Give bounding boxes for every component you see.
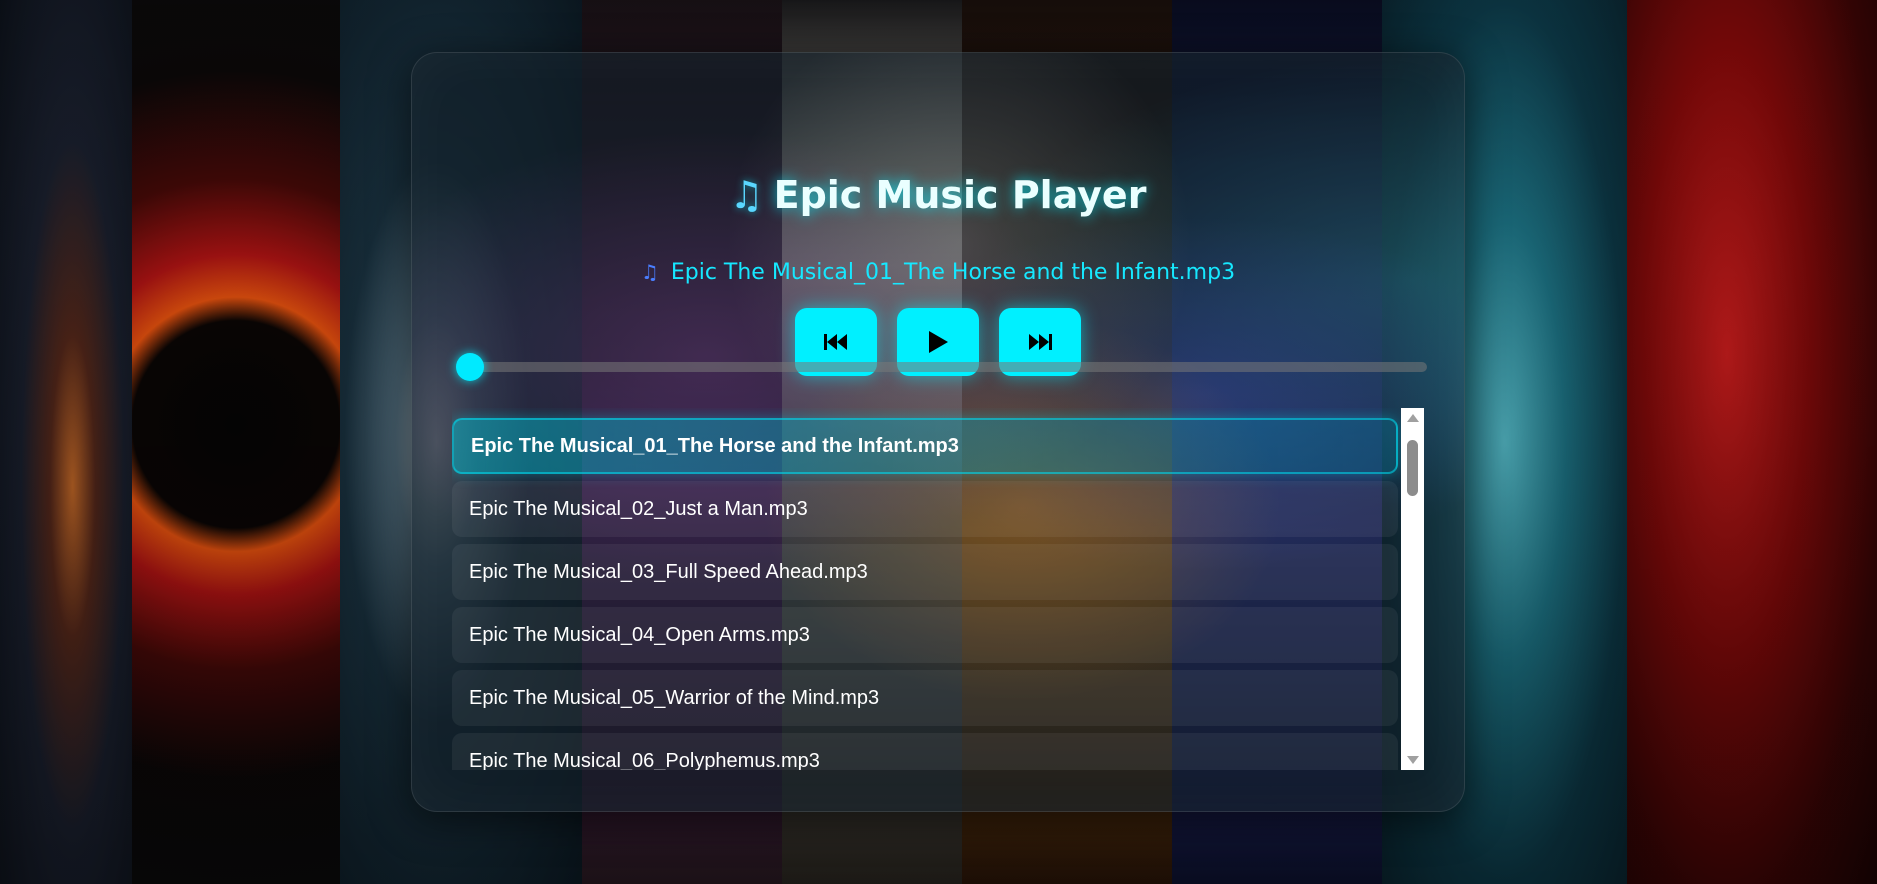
next-track-icon bbox=[1027, 332, 1053, 352]
playlist-item[interactable]: Epic The Musical_01_The Horse and the In… bbox=[452, 418, 1398, 474]
playlist-item[interactable]: Epic The Musical_04_Open Arms.mp3 bbox=[452, 607, 1398, 663]
scroll-thumb[interactable] bbox=[1407, 440, 1418, 496]
playlist: Epic The Musical_01_The Horse and the In… bbox=[452, 408, 1424, 770]
playlist-items: Epic The Musical_01_The Horse and the In… bbox=[452, 418, 1398, 770]
background-art-stripe bbox=[0, 0, 132, 884]
previous-track-icon bbox=[823, 332, 849, 352]
playlist-item[interactable]: Epic The Musical_03_Full Speed Ahead.mp3 bbox=[452, 544, 1398, 600]
app-title-text: Epic Music Player bbox=[773, 173, 1147, 217]
music-notes-icon: ♫ bbox=[729, 173, 764, 217]
scroll-up-arrow-icon[interactable] bbox=[1401, 408, 1424, 428]
now-playing: ♫ Epic The Musical_01_The Horse and the I… bbox=[412, 260, 1464, 285]
page-title: ♫ Epic Music Player bbox=[412, 173, 1464, 217]
playlist-item[interactable]: Epic The Musical_06_Polyphemus.mp3 bbox=[452, 733, 1398, 770]
playlist-scrollbar[interactable] bbox=[1401, 408, 1424, 770]
now-playing-track: Epic The Musical_01_The Horse and the In… bbox=[670, 260, 1236, 285]
play-icon bbox=[927, 330, 949, 354]
playlist-item[interactable]: Epic The Musical_05_Warrior of the Mind.… bbox=[452, 670, 1398, 726]
background-art-stripe bbox=[1627, 0, 1877, 884]
progress-thumb[interactable] bbox=[456, 353, 484, 381]
scroll-down-arrow-icon[interactable] bbox=[1401, 750, 1424, 770]
progress-slider[interactable] bbox=[456, 353, 1427, 381]
background-art-stripe bbox=[132, 0, 340, 884]
music-note-icon: ♫ bbox=[640, 260, 659, 284]
playlist-item[interactable]: Epic The Musical_02_Just a Man.mp3 bbox=[452, 481, 1398, 537]
